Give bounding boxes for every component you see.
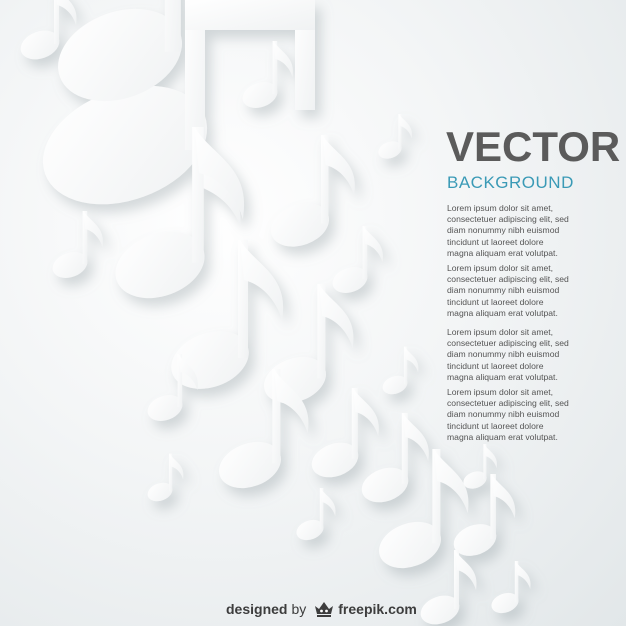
text-block-1: Lorem ipsum dolor sit amet, consectetuer… — [447, 203, 597, 259]
text-line: tincidunt ut laoreet dolore — [447, 360, 544, 371]
music-note-icon — [147, 453, 184, 502]
text-line: consectetuer adipiscing elit, sed — [447, 338, 569, 349]
music-note-icon — [270, 135, 355, 247]
credit-by: by — [291, 601, 307, 617]
page-subtitle: BACKGROUND — [447, 173, 574, 192]
music-note-icon — [420, 550, 477, 625]
freepik-crown-icon — [315, 602, 334, 617]
text-line: tincidunt ut laoreet dolore — [447, 420, 544, 431]
text-line: Lorem ipsum dolor sit amet, — [447, 263, 554, 273]
music-note-icon — [311, 388, 379, 478]
text-line: diam nonummy nibh euismod — [447, 409, 560, 420]
credit-brand: freepik.com — [338, 601, 417, 617]
text-line: magna aliquam erat volutpat. — [447, 307, 558, 318]
text-line: diam nonummy nibh euismod — [447, 225, 560, 236]
music-note-icon — [264, 284, 354, 404]
text-line: diam nonummy nibh euismod — [447, 349, 560, 360]
music-note-icon — [296, 488, 336, 541]
text-line: magna aliquam erat volutpat. — [447, 371, 558, 382]
text-block-4: Lorem ipsum dolor sit amet, consectetuer… — [447, 387, 597, 443]
text-line: tincidunt ut laoreet dolore — [447, 236, 544, 247]
music-note-icon — [332, 226, 383, 293]
text-line: Lorem ipsum dolor sit amet, — [447, 203, 554, 213]
text-block-3: Lorem ipsum dolor sit amet, consectetuer… — [447, 327, 597, 383]
text-line: consectetuer adipiscing elit, sed — [447, 214, 569, 225]
text-line: magna aliquam erat volutpat. — [447, 431, 558, 442]
text-line: magna aliquam erat volutpat. — [447, 247, 558, 258]
music-note-icon — [242, 40, 293, 108]
text-block-2: Lorem ipsum dolor sit amet, consectetuer… — [447, 263, 597, 319]
music-note-icon — [378, 114, 412, 159]
text-line: diam nonummy nibh euismod — [447, 285, 560, 296]
music-note-icon — [382, 346, 419, 395]
music-note-icon — [52, 211, 103, 278]
page-title: VECTOR — [446, 123, 621, 170]
text-line: Lorem ipsum dolor sit amet, — [447, 387, 554, 397]
text-line: Lorem ipsum dolor sit amet, — [447, 327, 554, 337]
text-line: consectetuer adipiscing elit, sed — [447, 274, 569, 285]
music-note-icon — [361, 413, 429, 503]
text-line: tincidunt ut laoreet dolore — [447, 296, 544, 307]
text-line: consectetuer adipiscing elit, sed — [447, 398, 569, 409]
music-note-icon — [491, 561, 531, 614]
credit-line: designed by freepik.com — [226, 600, 417, 618]
credit-prefix: designed — [226, 601, 288, 617]
